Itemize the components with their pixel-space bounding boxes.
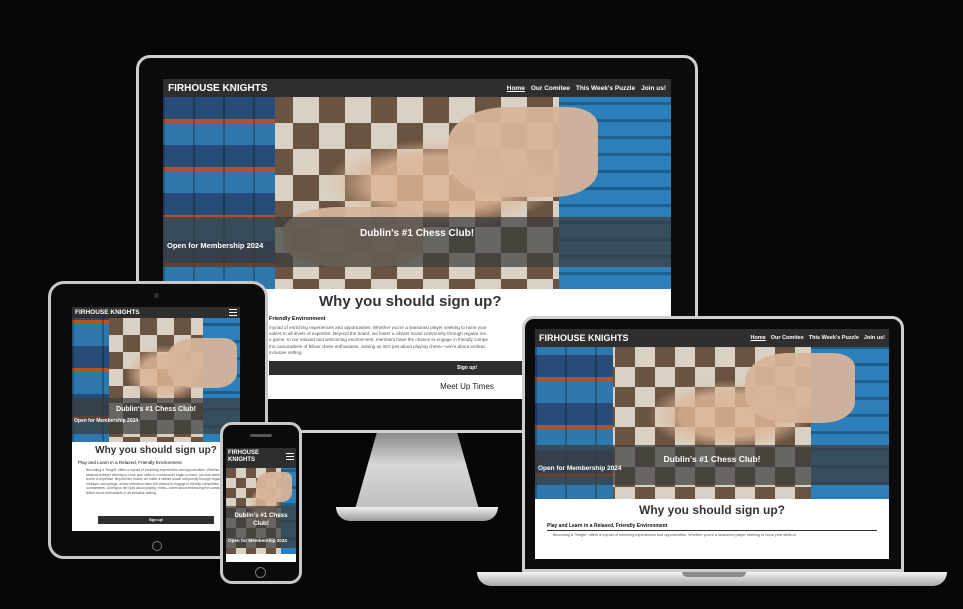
hero-subtitle: Open for Membership 2024 <box>538 465 622 472</box>
nav-home[interactable]: Home <box>750 335 765 341</box>
nav-comitee[interactable]: Our Comitee <box>531 85 570 92</box>
hero-hand <box>167 338 237 388</box>
phone-screen: FIRHOUSE KNIGHTS Dublin's #1 Chess Club!… <box>226 448 296 562</box>
nav-comitee[interactable]: Our Comitee <box>771 335 804 341</box>
navbar: FIRHOUSE KNIGHTS Home Our Comitee This W… <box>535 329 889 347</box>
main-content: Why you should sign up? Play and Learn i… <box>72 442 240 527</box>
nav-home[interactable]: Home <box>507 85 525 92</box>
tablet-screen: FIRHOUSE KNIGHTS Dublin's #1 Chess Club!… <box>72 307 240 531</box>
main-content <box>226 554 296 562</box>
hero-hand <box>256 472 292 502</box>
hero-subtitle: Open for Membership 2024 <box>167 241 264 250</box>
section-heading: Play and Learn in a Relaxed, Friendly En… <box>78 460 182 465</box>
hero-hand <box>745 353 855 423</box>
brand-logo[interactable]: FIRHOUSE KNIGHTS <box>75 309 140 316</box>
navbar: FIRHOUSE KNIGHTS <box>226 448 296 468</box>
hero-title: Dublin's #1 Chess Club! <box>116 406 196 413</box>
hero-image: Dublin's #1 Chess Club! Open for Members… <box>535 347 889 499</box>
hamburger-icon[interactable] <box>229 309 237 316</box>
hero-title: Dublin's #1 Chess Club! <box>663 454 761 464</box>
nav-puzzle[interactable]: This Week's Puzzle <box>809 335 859 341</box>
section-paragraph: Becoming a "Knight" offers a myriad of e… <box>553 533 796 537</box>
nav-puzzle[interactable]: This Week's Puzzle <box>576 85 635 92</box>
nav-join[interactable]: Join us! <box>641 85 666 92</box>
home-button-icon[interactable] <box>255 567 266 578</box>
hero-image: Dublin's #1 Chess Club! Open for Members… <box>226 468 296 554</box>
brand-logo[interactable]: FIRHOUSE KNIGHTS <box>539 333 629 343</box>
home-button-icon[interactable] <box>152 541 162 551</box>
brand-logo[interactable]: FIRHOUSE KNIGHTS <box>168 83 267 94</box>
navbar: FIRHOUSE KNIGHTS <box>72 307 240 318</box>
section-heading: Play and Learn in a Relaxed, Friendly En… <box>547 523 877 531</box>
hamburger-icon[interactable] <box>286 453 294 460</box>
section-paragraph: Becoming a "Knight" offers a myriad of e… <box>86 468 233 495</box>
hero-image: Dublin's #1 Chess Club! Open for Members… <box>163 97 671 289</box>
why-heading: Why you should sign up? <box>639 503 785 517</box>
hero-overlay-band <box>72 398 240 434</box>
speaker-icon <box>250 434 272 437</box>
camera-icon <box>154 293 159 298</box>
monitor-foot <box>336 507 498 521</box>
hero-subtitle: Open for Membership 2024 <box>74 418 139 424</box>
nav-join[interactable]: Join us! <box>864 335 885 341</box>
hero-title: Dublin's #1 Chess Club! <box>359 228 475 239</box>
laptop-screen: FIRHOUSE KNIGHTS Home Our Comitee This W… <box>535 329 889 559</box>
nav-menu: Home Our Comitee This Week's Puzzle Join… <box>507 85 666 92</box>
laptop-notch <box>682 572 746 577</box>
hero-hand <box>448 107 598 197</box>
nav-menu: Home Our Comitee This Week's Puzzle Join… <box>750 335 885 341</box>
monitor-stand <box>354 433 480 513</box>
brand-logo[interactable]: FIRHOUSE KNIGHTS <box>228 450 272 464</box>
signup-button[interactable]: Sign up! <box>98 516 214 524</box>
navbar: FIRHOUSE KNIGHTS Home Our Comitee This W… <box>163 79 671 97</box>
why-heading: Why you should sign up? <box>95 445 217 456</box>
hero-subtitle: Open for Membership 2024 <box>228 538 287 543</box>
hero-title: Dublin's #1 Chess Club! <box>234 512 288 528</box>
hero-image: Dublin's #1 Chess Club! Open for Members… <box>72 318 240 442</box>
main-content: Why you should sign up? Play and Learn i… <box>535 499 889 543</box>
